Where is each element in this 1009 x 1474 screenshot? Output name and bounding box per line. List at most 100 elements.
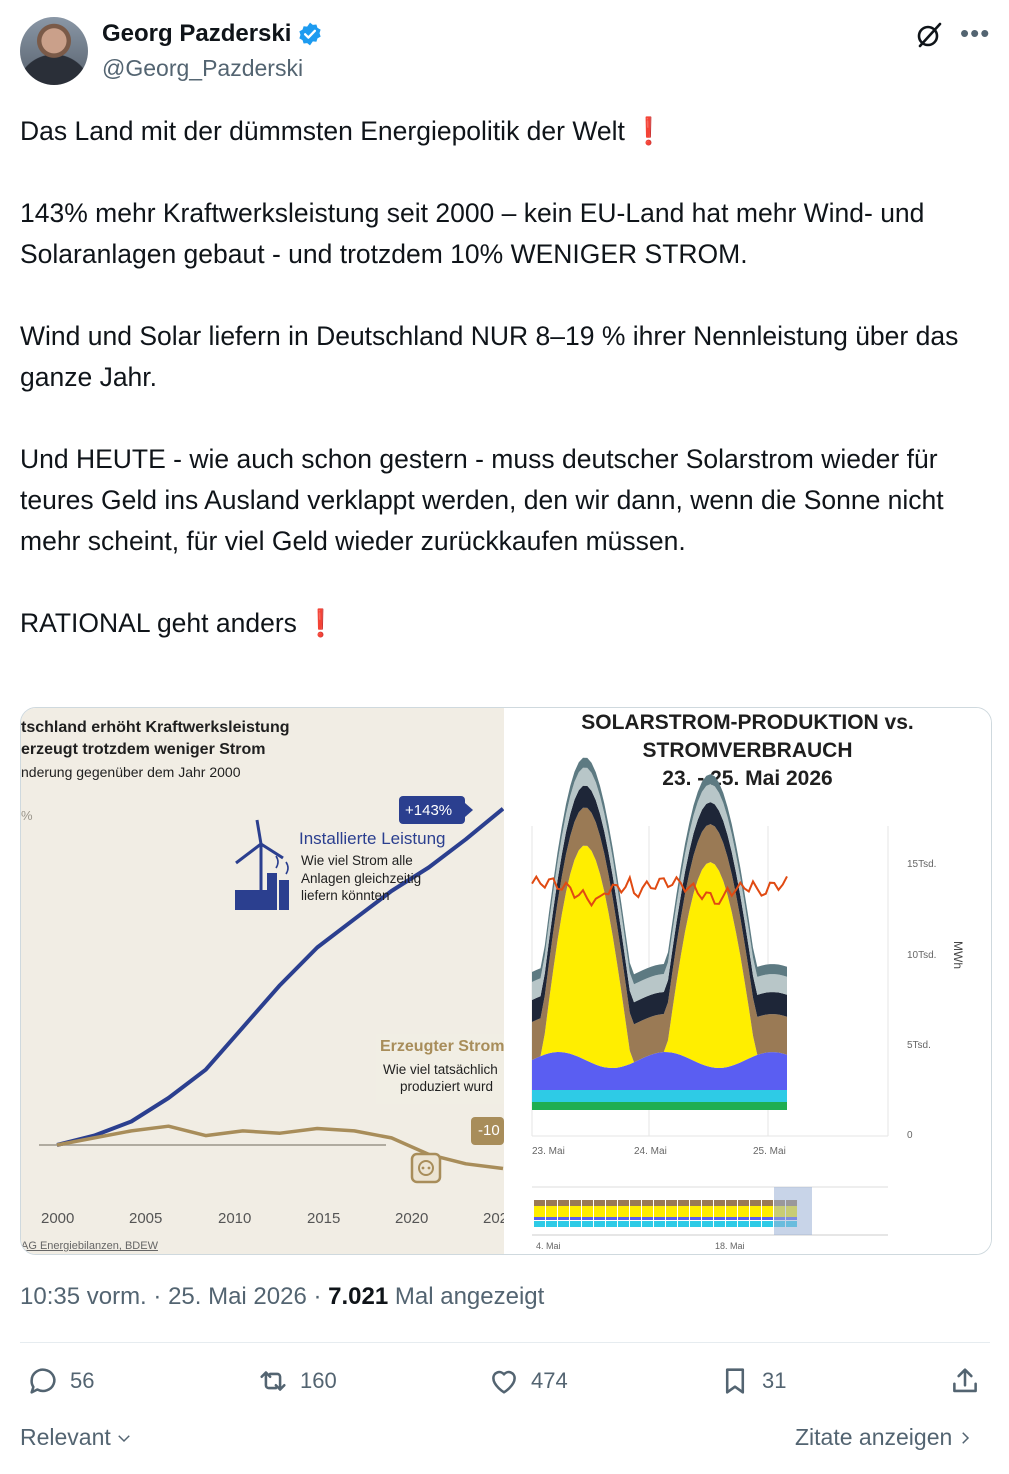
- navigator-bar: [582, 1200, 593, 1206]
- generated-desc-2: produziert wurd: [400, 1079, 494, 1094]
- view-count: 7.021: [328, 1283, 389, 1310]
- navigator-bar: [570, 1221, 581, 1227]
- navigator-bar: [714, 1221, 725, 1227]
- share-icon: [953, 1368, 977, 1393]
- nav-tick: 18. Mai: [715, 1241, 745, 1251]
- more-options-icon[interactable]: •••: [960, 18, 990, 49]
- sort-dropdown[interactable]: Relevant: [20, 1424, 133, 1451]
- navigator-bar: [738, 1200, 749, 1206]
- navigator-bar: [762, 1221, 773, 1227]
- navigator-bar: [666, 1200, 677, 1206]
- installed-desc-3: liefern könnten: [301, 888, 390, 903]
- left-chart-plot: [39, 796, 504, 1184]
- chevron-down-icon: [118, 1434, 130, 1442]
- reply-count: 56: [70, 1368, 95, 1393]
- y-tick: 5Tsd.: [907, 1040, 931, 1051]
- y-tick: 0: [907, 1130, 913, 1141]
- navigator-bar: [750, 1221, 761, 1227]
- stacked-areas: [532, 757, 787, 1110]
- quotes-link[interactable]: Zitate anzeigen: [795, 1424, 974, 1451]
- navigator-bar: [546, 1200, 557, 1206]
- avatar[interactable]: [20, 17, 88, 85]
- tweet-date[interactable]: 25. Mai 2026: [168, 1283, 307, 1310]
- heart-icon: [492, 1370, 516, 1394]
- navigator-bar: [738, 1221, 749, 1227]
- generated-title: Erzeugter Strom: [380, 1038, 505, 1055]
- power-plant-icon: [235, 819, 289, 910]
- tweet-media[interactable]: tschland erhöht Kraftwerksleistung erzeu…: [20, 707, 992, 1255]
- navigator-bar: [630, 1221, 641, 1227]
- bookmark-icon: [725, 1368, 745, 1394]
- navigator-bar: [714, 1200, 725, 1206]
- tweet-text: Das Land mit der dümmsten Energiepolitik…: [20, 116, 959, 638]
- area-layer-1: [532, 1090, 787, 1102]
- sort-label: Relevant: [20, 1424, 111, 1450]
- share-button[interactable]: [948, 1364, 982, 1398]
- chevron-right-icon: [962, 1431, 970, 1444]
- x-tick: 2015: [307, 1210, 341, 1227]
- navigator-bar: [594, 1200, 605, 1206]
- navigator-bar: [630, 1200, 641, 1206]
- grok-icon[interactable]: [914, 20, 944, 50]
- author-handle[interactable]: @Georg_Pazderski: [102, 55, 303, 82]
- y-tick: 10Tsd.: [907, 950, 937, 961]
- verified-badge-icon: [299, 22, 322, 46]
- y-tick: 15Tsd.: [907, 859, 937, 870]
- navigator-bar: [558, 1200, 569, 1206]
- repost-button[interactable]: 160: [256, 1364, 337, 1398]
- installed-desc-2: Anlagen gleichzeitig: [301, 871, 422, 886]
- navigator-bar: [690, 1200, 701, 1206]
- like-button[interactable]: 474: [487, 1364, 568, 1398]
- bookmark-button[interactable]: 31: [718, 1364, 786, 1398]
- navigator-bar: [618, 1221, 629, 1227]
- navigator-bar: [678, 1221, 689, 1227]
- navigator-bar: [654, 1200, 665, 1206]
- right-chart-plot: [531, 757, 889, 1236]
- media-left-chart[interactable]: tschland erhöht Kraftwerksleistung erzeu…: [21, 708, 508, 1254]
- navigator-bar: [618, 1200, 629, 1206]
- navigator-bar: [678, 1200, 689, 1206]
- navigator-bar: [582, 1221, 593, 1227]
- navigator-bar: [726, 1221, 737, 1227]
- view-label: Mal angezeigt: [394, 1283, 545, 1310]
- x-tick: 2000: [41, 1210, 75, 1227]
- nav-tick: 4. Mai: [536, 1241, 561, 1251]
- navigator-bar: [594, 1221, 605, 1227]
- navigator-bar: [534, 1200, 545, 1206]
- quotes-label: Zitate anzeigen: [795, 1424, 953, 1450]
- navigator-bar: [570, 1200, 581, 1206]
- reply-icon: [30, 1368, 56, 1394]
- x-tick: 25. Mai: [753, 1146, 786, 1157]
- x-tick: 2020: [395, 1210, 429, 1227]
- navigator-bar: [690, 1221, 701, 1227]
- navigator-bar: [606, 1200, 617, 1206]
- author-name-text[interactable]: Georg Pazderski: [102, 20, 291, 48]
- repost-icon: [260, 1371, 286, 1391]
- tweet-meta: 10:35 vorm. · 25. Mai 2026 · 7.021 Mal a…: [20, 1283, 545, 1310]
- installed-desc-1: Wie viel Strom alle: [301, 853, 413, 868]
- navigator: [532, 1186, 888, 1236]
- navigator-bar: [762, 1200, 773, 1206]
- badge-down-label: -10: [478, 1122, 500, 1139]
- area-layer-0: [532, 1102, 787, 1110]
- author-name[interactable]: Georg Pazderski: [102, 20, 323, 48]
- bookmark-count: 31: [762, 1368, 787, 1393]
- navigator-bar: [654, 1221, 665, 1227]
- reply-button[interactable]: 56: [26, 1364, 94, 1398]
- navigator-bar: [666, 1221, 677, 1227]
- navigator-bar: [534, 1221, 545, 1227]
- like-count: 474: [531, 1368, 568, 1393]
- navigator-bar: [642, 1221, 653, 1227]
- divider: [20, 1342, 990, 1343]
- y-axis-label: MWh: [951, 941, 965, 969]
- x-tick: 23. Mai: [532, 1146, 565, 1157]
- navigator-bar: [546, 1221, 557, 1227]
- navigator-bar: [642, 1200, 653, 1206]
- navigator-bar: [726, 1200, 737, 1206]
- navigator-bar: [558, 1221, 569, 1227]
- media-right-chart[interactable]: SOLARSTROM-PRODUKTION vs. STROMVERBRAUCH…: [504, 708, 991, 1254]
- plug-icon: [410, 1152, 442, 1184]
- tweet-time[interactable]: 10:35 vorm.: [20, 1283, 147, 1310]
- navigator-bar: [606, 1221, 617, 1227]
- repost-count: 160: [300, 1368, 337, 1393]
